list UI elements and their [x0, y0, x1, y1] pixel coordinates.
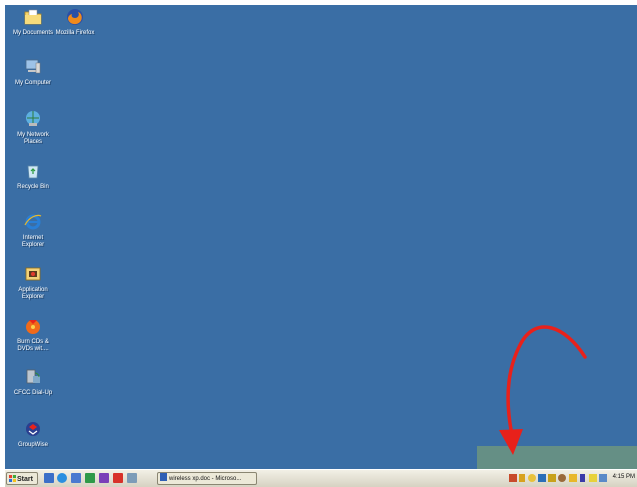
system-tray: 4:15 PM — [485, 471, 637, 486]
internet-explorer-icon — [23, 212, 43, 232]
search-icon[interactable] — [558, 474, 566, 482]
outlook-icon[interactable] — [44, 473, 54, 483]
word-document-icon — [160, 473, 167, 481]
signal-icon[interactable] — [528, 474, 536, 482]
start-label: Start — [17, 476, 33, 483]
computer-icon — [23, 57, 43, 77]
screen: My Documents Mozilla Firefox My Computer… — [5, 5, 637, 487]
tray-highlight-box — [477, 446, 637, 469]
desktop-icon-groupwise[interactable]: GroupWise — [7, 419, 59, 449]
battery-icon[interactable] — [580, 474, 585, 482]
desktop-icon-internet-explorer[interactable]: Internet Explorer — [7, 212, 59, 249]
application-explorer-icon — [23, 264, 43, 284]
window-icon[interactable] — [127, 473, 137, 483]
antivirus-icon[interactable] — [569, 474, 577, 482]
flag-icon[interactable] — [548, 474, 556, 482]
email-icon[interactable] — [71, 473, 81, 483]
pdf-icon[interactable] — [113, 473, 123, 483]
desktop-icon-my-computer[interactable]: My Computer — [7, 57, 59, 87]
acrobat-icon[interactable] — [99, 473, 109, 483]
printer-icon[interactable] — [538, 474, 546, 482]
windows-flag-icon — [9, 474, 16, 482]
desktop-icon-cfcc-dial-up[interactable]: CFCC Dial-Up — [7, 367, 59, 397]
groupwise-icon — [23, 419, 43, 439]
desktop-icon-my-network-places[interactable]: My Network Places — [7, 109, 59, 146]
folder-documents-icon — [23, 7, 43, 27]
internet-explorer-icon[interactable] — [57, 473, 67, 483]
spreadsheet-icon[interactable] — [85, 473, 95, 483]
start-button[interactable]: Start — [6, 472, 38, 485]
desktop-icon-application-explorer[interactable]: Application Explorer — [7, 264, 59, 301]
desktop-icon-recycle-bin[interactable]: Recycle Bin — [7, 161, 59, 191]
volume-icon[interactable] — [519, 474, 525, 482]
recycle-bin-icon — [23, 161, 43, 181]
task-button-label: wireless xp.doc - Microso... — [169, 476, 242, 482]
taskbar: Start wireless xp.doc - Microso... 4:15 … — [5, 469, 637, 487]
desktop-icon-mozilla-firefox[interactable]: Mozilla Firefox — [49, 7, 101, 37]
annotation-arrow-icon — [499, 325, 587, 455]
clock[interactable]: 4:15 PM — [613, 474, 635, 480]
desktop-icon-burn-cds[interactable]: Burn CDs & DVDs wit.... — [7, 316, 59, 353]
firefox-icon — [65, 7, 85, 27]
task-button-wireless-doc[interactable]: wireless xp.doc - Microso... — [157, 472, 257, 485]
network-places-icon — [23, 109, 43, 129]
display-icon[interactable] — [599, 474, 607, 482]
network-icon[interactable] — [509, 474, 517, 482]
desktop: My Documents Mozilla Firefox My Computer… — [5, 5, 637, 469]
shield-icon[interactable] — [589, 474, 597, 482]
dial-up-icon — [23, 367, 43, 387]
burn-cd-icon — [23, 316, 43, 336]
